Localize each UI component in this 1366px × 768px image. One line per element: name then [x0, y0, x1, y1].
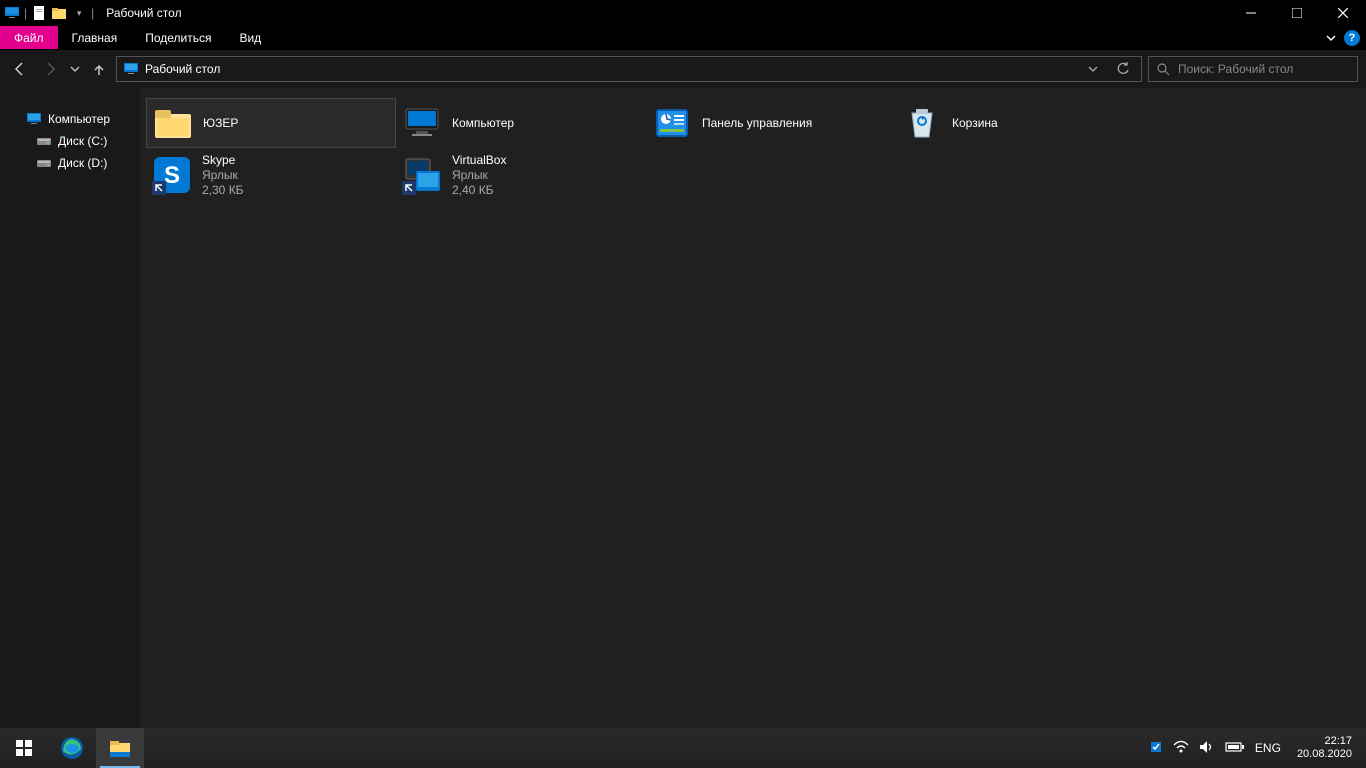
- shortcut-arrow-icon: [402, 181, 416, 195]
- item-name: Skype: [202, 153, 244, 168]
- search-placeholder: Поиск: Рабочий стол: [1178, 62, 1293, 76]
- date-text: 20.08.2020: [1297, 748, 1352, 761]
- recycle-bin-icon: [902, 103, 942, 143]
- battery-icon[interactable]: [1225, 741, 1245, 756]
- dropdown-small-icon[interactable]: ▾: [71, 5, 87, 21]
- virtualbox-icon: [402, 155, 442, 195]
- separator: |: [91, 6, 94, 20]
- ribbon-tabs: Файл Главная Поделиться Вид ?: [0, 26, 1366, 50]
- tab-view[interactable]: Вид: [225, 26, 275, 49]
- desktop-icon: [123, 61, 139, 77]
- maximize-button[interactable]: [1274, 0, 1320, 26]
- sidebar-item-disk-d[interactable]: Диск (D:): [0, 152, 140, 174]
- folder-small-icon: [51, 5, 67, 21]
- tab-share[interactable]: Поделиться: [131, 26, 225, 49]
- tray-security-icon[interactable]: [1149, 740, 1163, 757]
- separator: |: [24, 6, 27, 20]
- content-area[interactable]: ЮЗЕР Компьютер Панель управления: [140, 88, 1366, 728]
- item-name: Панель управления: [702, 116, 812, 131]
- item-name: Компьютер: [452, 116, 514, 131]
- sidebar-item-disk-c[interactable]: Диск (C:): [0, 130, 140, 152]
- wifi-icon[interactable]: [1173, 740, 1189, 757]
- folder-icon: [153, 103, 193, 143]
- computer-icon: [26, 111, 42, 127]
- up-button[interactable]: [88, 58, 110, 80]
- item-name: ЮЗЕР: [203, 116, 238, 131]
- help-button[interactable]: ?: [1344, 30, 1360, 46]
- skype-icon: S: [152, 155, 192, 195]
- search-icon: [1157, 63, 1170, 76]
- document-icon: [31, 5, 47, 21]
- item-virtualbox[interactable]: VirtualBox Ярлык 2,40 КБ: [396, 150, 646, 200]
- item-type: Ярлык: [202, 168, 244, 183]
- breadcrumb-text: Рабочий стол: [145, 62, 1075, 76]
- taskbar: ENG 22:17 20.08.2020: [0, 728, 1366, 768]
- item-size: 2,40 КБ: [452, 183, 506, 198]
- forward-button[interactable]: [38, 57, 62, 81]
- window-title: Рабочий стол: [106, 6, 181, 20]
- address-dropdown-icon[interactable]: [1081, 57, 1105, 81]
- item-recycle-bin[interactable]: Корзина: [896, 98, 1146, 148]
- item-name: Корзина: [952, 116, 998, 131]
- control-panel-icon: [652, 103, 692, 143]
- sidebar-label: Диск (D:): [58, 156, 107, 170]
- monitor-icon: [4, 5, 20, 21]
- item-type: Ярлык: [452, 168, 506, 183]
- back-button[interactable]: [8, 57, 32, 81]
- ribbon-collapse-icon[interactable]: [1324, 31, 1338, 45]
- item-computer[interactable]: Компьютер: [396, 98, 646, 148]
- volume-icon[interactable]: [1199, 740, 1215, 757]
- close-button[interactable]: [1320, 0, 1366, 26]
- tab-file[interactable]: Файл: [0, 26, 58, 49]
- item-skype[interactable]: S Skype Ярлык 2,30 КБ: [146, 150, 396, 200]
- search-box[interactable]: Поиск: Рабочий стол: [1148, 56, 1358, 82]
- sidebar-item-computer[interactable]: Компьютер: [0, 108, 140, 130]
- item-control-panel[interactable]: Панель управления: [646, 98, 896, 148]
- refresh-button[interactable]: [1111, 57, 1135, 81]
- tab-home[interactable]: Главная: [58, 26, 132, 49]
- sidebar-label: Компьютер: [48, 112, 110, 126]
- start-button[interactable]: [0, 728, 48, 768]
- taskbar-edge[interactable]: [48, 728, 96, 768]
- computer-icon: [402, 103, 442, 143]
- navigation-bar: Рабочий стол Поиск: Рабочий стол: [0, 50, 1366, 88]
- sidebar-label: Диск (C:): [58, 134, 107, 148]
- quick-launch: | ▾ |: [0, 5, 98, 21]
- sidebar: Компьютер Диск (C:) Диск (D:): [0, 88, 140, 728]
- titlebar: | ▾ | Рабочий стол: [0, 0, 1366, 26]
- minimize-button[interactable]: [1228, 0, 1274, 26]
- svg-text:S: S: [164, 162, 180, 189]
- drive-icon: [36, 133, 52, 149]
- shortcut-arrow-icon: [152, 181, 166, 195]
- language-indicator[interactable]: ENG: [1255, 741, 1281, 755]
- item-name: VirtualBox: [452, 153, 506, 168]
- address-bar[interactable]: Рабочий стол: [116, 56, 1142, 82]
- item-folder-user[interactable]: ЮЗЕР: [146, 98, 396, 148]
- clock[interactable]: 22:17 20.08.2020: [1291, 735, 1358, 761]
- drive-icon: [36, 155, 52, 171]
- item-size: 2,30 КБ: [202, 183, 244, 198]
- taskbar-explorer[interactable]: [96, 728, 144, 768]
- recent-dropdown-icon[interactable]: [68, 57, 82, 81]
- system-tray: ENG 22:17 20.08.2020: [1149, 735, 1366, 761]
- time-text: 22:17: [1297, 735, 1352, 748]
